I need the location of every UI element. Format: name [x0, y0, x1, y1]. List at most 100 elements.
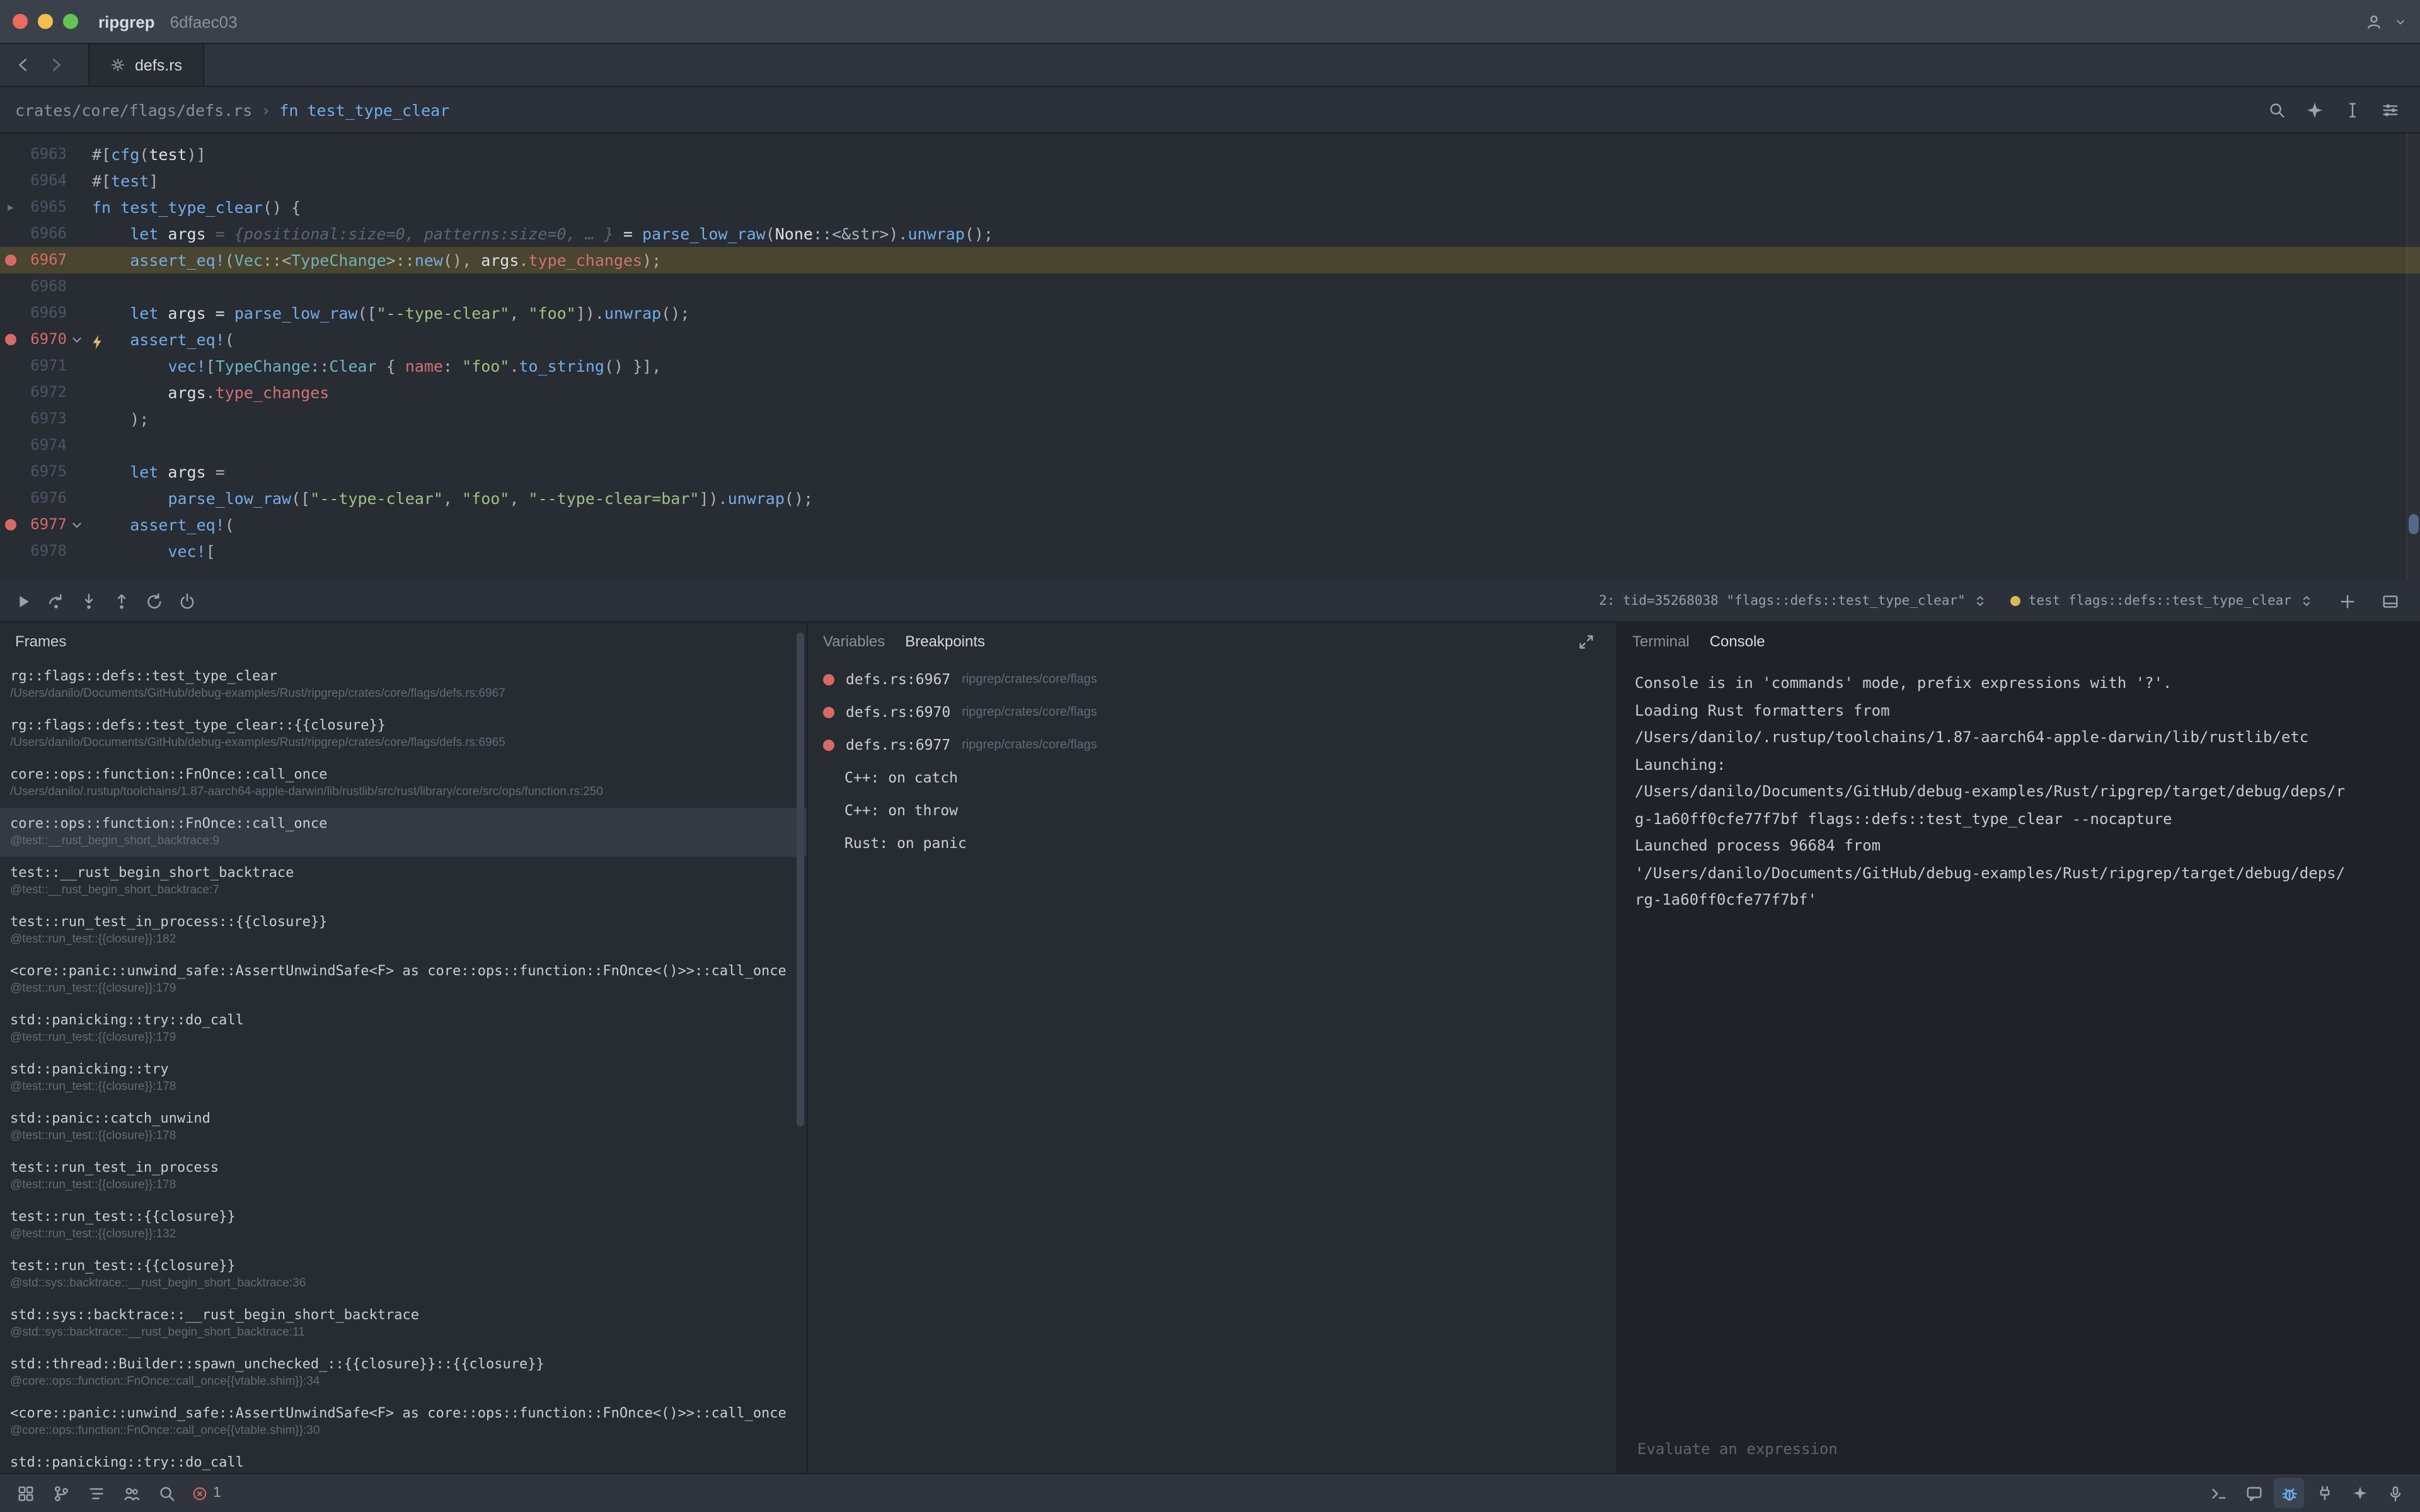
editor-scrollbar-thumb[interactable]: [2409, 514, 2419, 534]
outline-panel-icon[interactable]: [81, 1478, 111, 1508]
code-editor[interactable]: 6963#[cfg(test)]6964#[test]▶6965fn test_…: [0, 134, 2420, 581]
code-line[interactable]: 6976 parse_low_raw(["--type-clear", "foo…: [0, 485, 2420, 512]
buffer-search-icon[interactable]: [2261, 94, 2291, 125]
breakpoint-item[interactable]: C++: on throw: [808, 794, 1616, 827]
line-number[interactable]: 6977: [21, 512, 67, 538]
stack-frame[interactable]: test::run_test_in_process::{{closure}}@t…: [0, 906, 807, 955]
step-out-button[interactable]: [106, 586, 136, 616]
exception-breakpoint-icon[interactable]: [823, 772, 833, 782]
breakpoint-dot[interactable]: [0, 326, 21, 353]
session-selector[interactable]: test flags::defs::test_type_clear: [2006, 590, 2319, 612]
code-line[interactable]: 6972 args.type_changes: [0, 379, 2420, 406]
restart-button[interactable]: [139, 586, 169, 616]
line-number[interactable]: 6968: [21, 273, 67, 300]
console-expression-input[interactable]: [1635, 1439, 2407, 1459]
assistant-sparkle-icon[interactable]: [2344, 1478, 2375, 1508]
stack-frame[interactable]: <core::panic::unwind_safe::AssertUnwindS…: [0, 955, 807, 1004]
thread-selector[interactable]: 2: tid=35268038 "flags::defs::test_type_…: [1594, 590, 1993, 612]
breakpoint-item[interactable]: C++: on catch: [808, 761, 1616, 794]
line-number[interactable]: 6974: [21, 432, 67, 459]
stack-frame[interactable]: test::run_test::{{closure}}@test::run_te…: [0, 1201, 807, 1250]
navigate-forward-button[interactable]: [40, 50, 71, 80]
code-line[interactable]: 6969 let args = parse_low_raw(["--type-c…: [0, 300, 2420, 326]
navigate-back-button[interactable]: [8, 50, 38, 80]
stack-frame[interactable]: std::sys::backtrace::__rust_begin_short_…: [0, 1299, 807, 1348]
step-into-button[interactable]: [73, 586, 103, 616]
editor-scrollbar[interactable]: [2406, 134, 2420, 581]
project-panel-icon[interactable]: [10, 1478, 40, 1508]
project-name[interactable]: ripgrep: [98, 12, 155, 31]
diagnostics-indicator[interactable]: 1: [187, 1485, 226, 1501]
tab-variables[interactable]: Variables: [823, 633, 885, 650]
stack-frame[interactable]: test::run_test::{{closure}}@std::sys::ba…: [0, 1250, 807, 1299]
line-number[interactable]: 6971: [21, 353, 67, 379]
runnable-indicator[interactable]: ▶: [0, 194, 21, 220]
breakpoint-item[interactable]: defs.rs:6967ripgrep/crates/core/flags: [808, 663, 1616, 696]
minimize-window-button[interactable]: [38, 14, 53, 29]
exception-breakpoint-icon[interactable]: [823, 838, 833, 848]
chat-panel-icon[interactable]: [2238, 1478, 2269, 1508]
inline-assist-icon[interactable]: [2299, 94, 2329, 125]
line-number[interactable]: 6975: [21, 459, 67, 485]
code-line[interactable]: 6968: [0, 273, 2420, 300]
stack-frame[interactable]: std::panicking::try@test::run_test::{{cl…: [0, 1053, 807, 1102]
code-line[interactable]: 6970 assert_eq!(: [0, 326, 2420, 353]
breadcrumb-symbol-keyword[interactable]: fn: [279, 100, 298, 119]
expand-panel-icon[interactable]: [1570, 626, 1601, 656]
console-output[interactable]: Console is in 'commands' mode, prefix ex…: [1617, 660, 2420, 1430]
debug-panel-icon[interactable]: [2274, 1478, 2304, 1508]
stack-frame[interactable]: test::__rust_begin_short_backtrace@test:…: [0, 857, 807, 906]
close-window-button[interactable]: [13, 14, 28, 29]
breakpoint-item[interactable]: Rust: on panic: [808, 827, 1616, 859]
frames-scrollbar-thumb[interactable]: [797, 633, 804, 1126]
line-number[interactable]: 6963: [21, 141, 67, 168]
code-line[interactable]: 6978 vec![: [0, 538, 2420, 564]
line-number[interactable]: 6967: [21, 247, 67, 273]
tab-console[interactable]: Console: [1710, 633, 1765, 650]
new-session-button[interactable]: [2332, 586, 2362, 616]
exception-breakpoint-icon[interactable]: [823, 805, 833, 815]
line-number[interactable]: 6970: [21, 326, 67, 353]
breakpoint-dot[interactable]: [823, 739, 834, 750]
step-over-button[interactable]: [40, 586, 71, 616]
git-branch-label[interactable]: 6dfaec03: [170, 12, 238, 31]
dock-position-button[interactable]: [2375, 586, 2405, 616]
breakpoint-dot[interactable]: [0, 247, 21, 273]
terminal-panel-icon[interactable]: [2203, 1478, 2233, 1508]
chevron-down-icon[interactable]: [2394, 14, 2407, 28]
stack-frame[interactable]: rg::flags::defs::test_type_clear/Users/d…: [0, 660, 807, 709]
stop-button[interactable]: [171, 586, 202, 616]
search-icon[interactable]: [151, 1478, 182, 1508]
tab-terminal[interactable]: Terminal: [1632, 633, 1690, 650]
tab-defs-rs[interactable]: defs.rs: [88, 44, 204, 86]
line-number[interactable]: 6965: [21, 194, 67, 220]
stack-frame[interactable]: std::thread::Builder::spawn_unchecked_::…: [0, 1348, 807, 1397]
editor-settings-icon[interactable]: [2375, 94, 2405, 125]
fold-chevron-icon[interactable]: [67, 512, 86, 538]
breakpoint-item[interactable]: defs.rs:6970ripgrep/crates/core/flags: [808, 696, 1616, 728]
code-line[interactable]: 6966 let args = {positional:size=0, patt…: [0, 220, 2420, 247]
stack-frame[interactable]: test::run_test_in_process@test::run_test…: [0, 1152, 807, 1201]
code-line[interactable]: 6967 assert_eq!(Vec::<TypeChange>::new()…: [0, 247, 2420, 273]
language-server-plug-icon[interactable]: [2309, 1478, 2339, 1508]
stack-frame[interactable]: <core::panic::unwind_safe::AssertUnwindS…: [0, 1397, 807, 1446]
git-panel-icon[interactable]: [45, 1478, 76, 1508]
code-line[interactable]: 6977 assert_eq!(: [0, 512, 2420, 538]
zoom-window-button[interactable]: [63, 14, 78, 29]
tab-breakpoints[interactable]: Breakpoints: [905, 633, 985, 650]
code-line[interactable]: ▶6965fn test_type_clear() {: [0, 194, 2420, 220]
breadcrumb-symbol-name[interactable]: test_type_clear: [308, 100, 450, 119]
stack-frame[interactable]: std::panicking::try::do_call: [0, 1446, 807, 1473]
mic-icon[interactable]: [2380, 1478, 2410, 1508]
code-line[interactable]: 6975 let args =: [0, 459, 2420, 485]
stack-frame[interactable]: core::ops::function::FnOnce::call_once/U…: [0, 759, 807, 808]
breakpoint-item[interactable]: defs.rs:6977ripgrep/crates/core/flags: [808, 728, 1616, 761]
line-number[interactable]: 6973: [21, 406, 67, 432]
line-number[interactable]: 6964: [21, 168, 67, 194]
stack-frame[interactable]: rg::flags::defs::test_type_clear::{{clos…: [0, 709, 807, 759]
line-number[interactable]: 6969: [21, 300, 67, 326]
stack-frame[interactable]: core::ops::function::FnOnce::call_once@t…: [0, 808, 807, 857]
stack-frame[interactable]: std::panicking::try::do_call@test::run_t…: [0, 1004, 807, 1053]
code-line[interactable]: 6963#[cfg(test)]: [0, 141, 2420, 168]
line-number[interactable]: 6966: [21, 220, 67, 247]
